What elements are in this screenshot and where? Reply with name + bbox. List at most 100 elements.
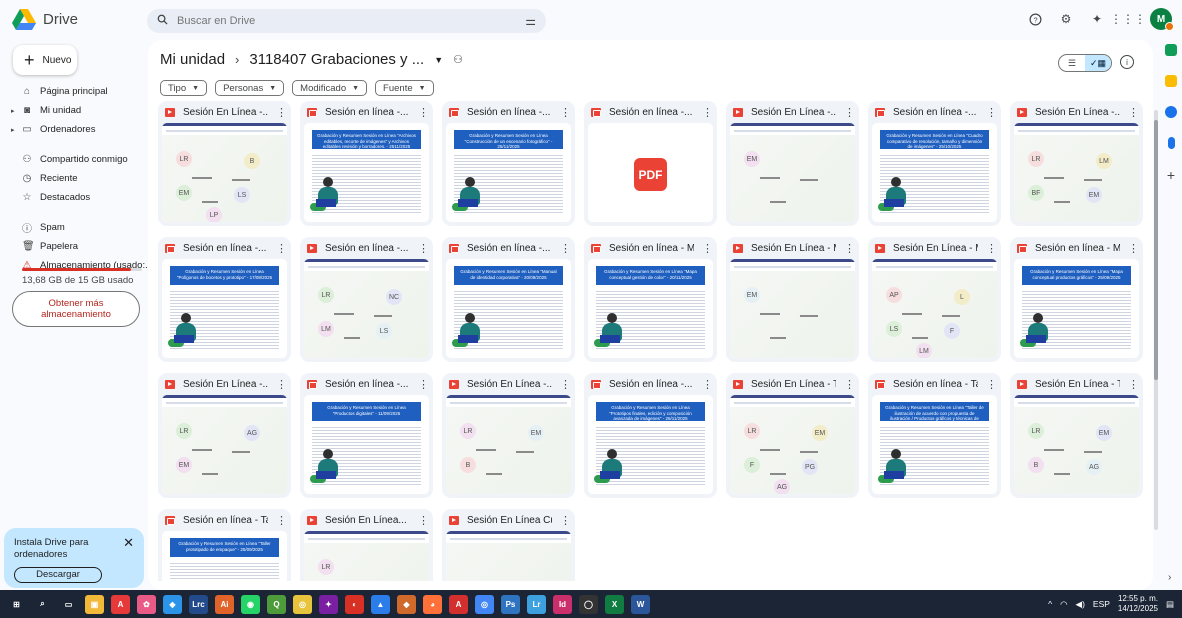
taskbar-github-icon[interactable]: ◯: [579, 594, 598, 614]
taskbar-app-icon[interactable]: ✦: [319, 594, 338, 614]
file-thumbnail[interactable]: LR LM BF EM: [1014, 123, 1139, 222]
file-card[interactable]: Sesión En Línea -... ⋮ EM: [726, 101, 859, 226]
file-thumbnail[interactable]: Grabación y Resumen Sesión en Línea "Arc…: [304, 123, 429, 222]
file-card[interactable]: Sesión en línea -... ⋮ PDF: [584, 101, 717, 226]
chevron-down-icon[interactable]: ▼: [434, 55, 443, 65]
tasks-icon[interactable]: [1165, 106, 1177, 118]
sidebar-item-computers[interactable]: ▸ ▭ Ordenadores: [0, 121, 156, 138]
sidebar-item-recent[interactable]: ◷ Reciente: [0, 170, 156, 187]
download-button[interactable]: Descargar: [14, 566, 102, 583]
file-card[interactable]: Sesión en línea -... ⋮ Grabación y Resumen…: [584, 373, 717, 498]
file-thumbnail[interactable]: Grabación y Resumen Sesión en Línea "Tal…: [872, 395, 997, 494]
filter-chip-type[interactable]: Tipo ▼: [160, 80, 208, 96]
sidebar-item-home[interactable]: ⌂ Página principal: [0, 83, 156, 100]
more-actions-icon[interactable]: ⋮: [702, 242, 713, 255]
file-thumbnail[interactable]: Grabación y Resumen Sesión en Línea "Map…: [1014, 259, 1139, 358]
taskbar-photoshop-icon[interactable]: Ps: [501, 594, 520, 614]
help-icon[interactable]: ?: [1026, 10, 1044, 28]
taskbar-illustrator-icon[interactable]: Ai: [215, 594, 234, 614]
taskbar-chrome-icon[interactable]: ◎: [475, 594, 494, 614]
gemini-icon[interactable]: ✦: [1088, 10, 1106, 28]
breadcrumb-root[interactable]: Mi unidad: [160, 51, 225, 68]
file-thumbnail[interactable]: LR EM B AG: [1014, 395, 1139, 494]
scrollbar-thumb[interactable]: [1154, 120, 1158, 380]
sidebar-item-spam[interactable]: ⓘ Spam: [0, 219, 156, 236]
file-thumbnail[interactable]: LR AG EM: [162, 395, 287, 494]
file-card[interactable]: Sesión en línea -... ⋮ LR NC LM LS: [300, 237, 433, 362]
file-thumbnail[interactable]: EM: [730, 123, 855, 222]
more-actions-icon[interactable]: ⋮: [844, 378, 855, 391]
more-actions-icon[interactable]: ⋮: [560, 514, 571, 527]
file-card[interactable]: Sesión En Línea -... ⋮ LR B EM LS LP: [158, 101, 291, 226]
file-card[interactable]: Sesión en línea - Talle... ⋮ Grabación y R…: [158, 509, 291, 581]
more-actions-icon[interactable]: ⋮: [418, 242, 429, 255]
file-card[interactable]: Sesión en línea -... ⋮ Grabación y Resumen…: [300, 373, 433, 498]
file-thumbnail[interactable]: Grabación y Resumen Sesión en Línea "Pro…: [588, 395, 713, 494]
file-card[interactable]: Sesión en línea - Talle... ⋮ Grabación y R…: [868, 373, 1001, 498]
taskbar-word-icon[interactable]: W: [631, 594, 650, 614]
file-card[interactable]: Sesión En Línea -... ⋮ LR AG EM: [158, 373, 291, 498]
sheets-icon[interactable]: [1165, 44, 1177, 56]
file-card[interactable]: Sesión En Línea - Ma... ⋮ EM: [726, 237, 859, 362]
more-actions-icon[interactable]: ⋮: [276, 242, 287, 255]
file-thumbnail[interactable]: Grabación y Resumen Sesión en Línea "Pol…: [162, 259, 287, 358]
file-card[interactable]: Sesión en línea -... ⋮ Grabación y Resumen…: [442, 237, 575, 362]
more-actions-icon[interactable]: ⋮: [986, 378, 997, 391]
taskbar-app-icon[interactable]: ◆: [397, 594, 416, 614]
taskbar-search-icon[interactable]: ⌕: [33, 595, 52, 614]
expand-arrow-icon[interactable]: ▸: [11, 107, 15, 115]
taskbar-excel-icon[interactable]: X: [605, 594, 624, 614]
more-actions-icon[interactable]: ⋮: [276, 514, 287, 527]
file-thumbnail[interactable]: Grabación y Resumen Sesión en Línea "Man…: [446, 259, 571, 358]
taskbar-gallery-icon[interactable]: ✿: [137, 594, 156, 614]
taskbar-lightroom-classic-icon[interactable]: Lrc: [189, 594, 208, 614]
more-actions-icon[interactable]: ⋮: [1128, 106, 1139, 119]
grid-view-button[interactable]: ✓▦: [1085, 55, 1111, 71]
new-button[interactable]: + Nuevo: [13, 45, 77, 75]
taskbar-acrobat-icon[interactable]: A: [449, 594, 468, 614]
get-more-storage-button[interactable]: Obtener más almacenamiento: [12, 291, 140, 327]
file-card[interactable]: Sesión En Línea - Map... ⋮ AP L LS F LM: [868, 237, 1001, 362]
breadcrumb-current-folder[interactable]: 3118407 Grabaciones y ...: [249, 51, 424, 68]
clock[interactable]: 12:55 p. m. 14/12/2025: [1118, 594, 1158, 614]
drive-logo[interactable]: Drive: [12, 9, 78, 30]
more-actions-icon[interactable]: ⋮: [986, 242, 997, 255]
file-thumbnail[interactable]: LR NC LM LS: [304, 259, 429, 358]
more-actions-icon[interactable]: ⋮: [276, 106, 287, 119]
file-thumbnail[interactable]: Grabación y Resumen Sesión en Línea "Pro…: [304, 395, 429, 494]
lang-indicator[interactable]: ESP: [1093, 599, 1110, 609]
list-view-button[interactable]: ☰: [1059, 55, 1085, 71]
more-actions-icon[interactable]: ⋮: [276, 378, 287, 391]
more-actions-icon[interactable]: ⋮: [560, 242, 571, 255]
taskbar-indesign-icon[interactable]: Id: [553, 594, 572, 614]
filter-chip-source[interactable]: Fuente ▼: [375, 80, 434, 96]
taskbar-lightroom-icon[interactable]: Lr: [527, 594, 546, 614]
search-options-icon[interactable]: ⚌: [525, 14, 536, 28]
filter-chip-modified[interactable]: Modificado ▼: [292, 80, 368, 96]
search-icon[interactable]: [157, 14, 168, 28]
info-icon[interactable]: i: [1120, 55, 1134, 69]
taskbar-task-view-icon[interactable]: ▭: [59, 595, 78, 614]
file-thumbnail[interactable]: LR EM F PG AG: [730, 395, 855, 494]
taskbar-files-icon[interactable]: ▣: [85, 594, 104, 614]
more-actions-icon[interactable]: ⋮: [1128, 378, 1139, 391]
avatar[interactable]: M: [1150, 8, 1174, 31]
file-thumbnail[interactable]: LR EM B: [446, 395, 571, 494]
keep-icon[interactable]: [1165, 75, 1177, 87]
sidebar-item-shared[interactable]: ⚇ Compartido conmigo: [0, 151, 156, 168]
taskbar-app-icon[interactable]: ◐: [345, 594, 364, 614]
file-thumbnail[interactable]: LR B EM LS LP: [162, 123, 287, 222]
file-card[interactable]: Sesión En Línea -... ⋮ LR EM B: [442, 373, 575, 498]
search-input[interactable]: [177, 15, 517, 27]
file-card[interactable]: Sesión en línea -... ⋮ Grabación y Resumen…: [442, 101, 575, 226]
more-actions-icon[interactable]: ⋮: [844, 106, 855, 119]
more-actions-icon[interactable]: ⋮: [702, 106, 713, 119]
more-actions-icon[interactable]: ⋮: [986, 106, 997, 119]
taskbar-photos-icon[interactable]: ▲: [371, 594, 390, 614]
file-card[interactable]: Sesión en línea -... ⋮ Grabación y Resumen…: [158, 237, 291, 362]
file-thumbnail[interactable]: EM: [730, 259, 855, 358]
taskbar-firefox-icon[interactable]: ◕: [423, 594, 442, 614]
file-thumbnail[interactable]: Grabación y Resumen Sesión en Línea "Cua…: [872, 123, 997, 222]
file-thumbnail[interactable]: LR: [304, 531, 429, 581]
more-actions-icon[interactable]: ⋮: [560, 106, 571, 119]
